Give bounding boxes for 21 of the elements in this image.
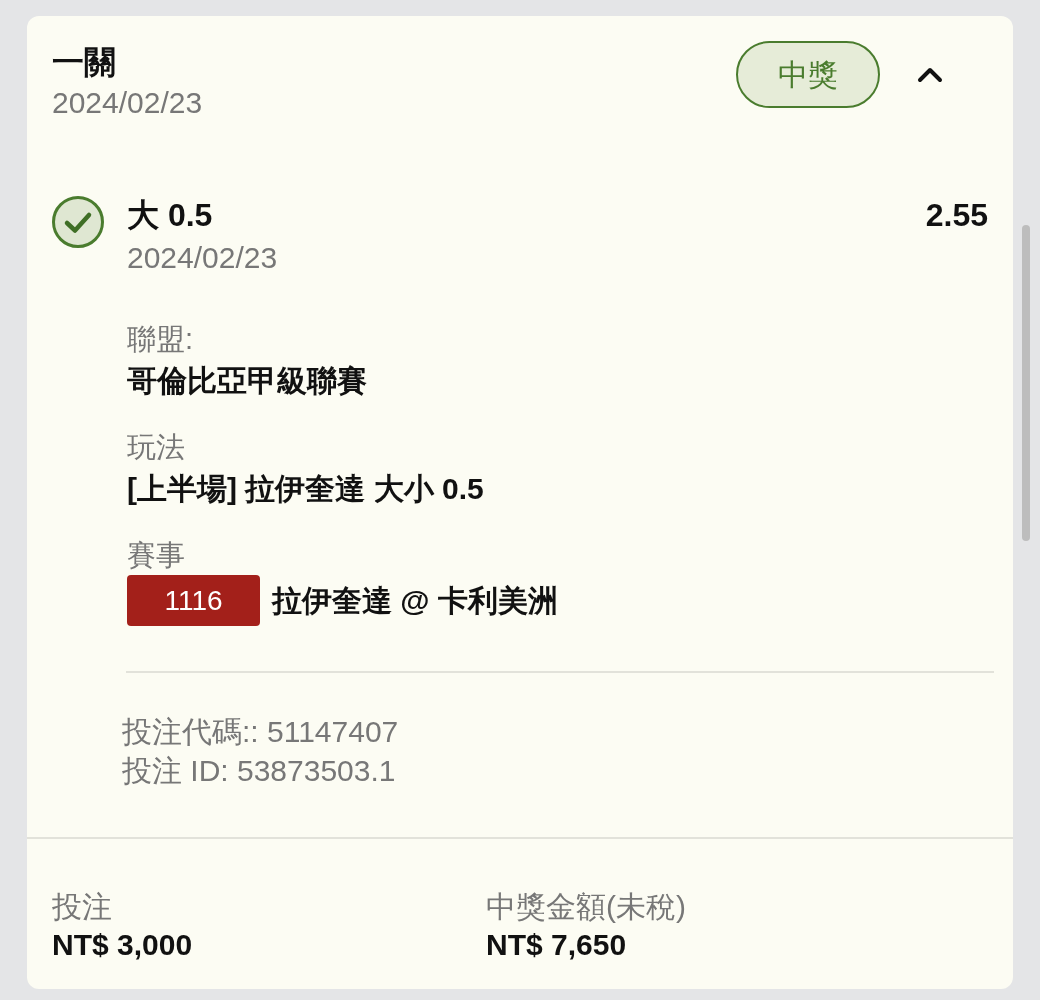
detail-label: 玩法 xyxy=(127,430,186,465)
total-label: 投注 xyxy=(52,889,113,925)
collapse-caret-icon[interactable] xyxy=(917,66,943,83)
reference-text: 投注代碼:: 51147407 xyxy=(122,714,400,750)
detail-label: 賽事 xyxy=(127,538,186,573)
detail-value: [上半場] 拉伊奎達 大小 0.5 xyxy=(127,471,485,507)
odds-value: 2.55 xyxy=(925,196,988,235)
bet-date: 2024/02/23 xyxy=(52,85,204,121)
detail-value: 哥倫比亞甲級聯賽 xyxy=(127,363,368,399)
scrollbar-thumb[interactable] xyxy=(1022,225,1030,541)
detail-label: 聯盟: xyxy=(127,322,195,357)
selection-pick: 大 0.5 xyxy=(127,196,214,235)
total-amount: NT$ 7,650 xyxy=(486,927,628,963)
status-badge: 中獎 xyxy=(736,41,880,108)
total-label: 中獎金額(未稅) xyxy=(486,889,687,925)
bet-type-title: 一關 xyxy=(52,43,117,82)
match-id-badge: 1116 xyxy=(127,575,260,626)
selection-date: 2024/02/23 xyxy=(127,240,279,276)
total-amount: NT$ 3,000 xyxy=(52,927,194,963)
detail-value: 拉伊奎達 @ 卡利美洲 xyxy=(272,582,558,619)
reference-text: 投注 ID: 53873503.1 xyxy=(122,753,397,789)
